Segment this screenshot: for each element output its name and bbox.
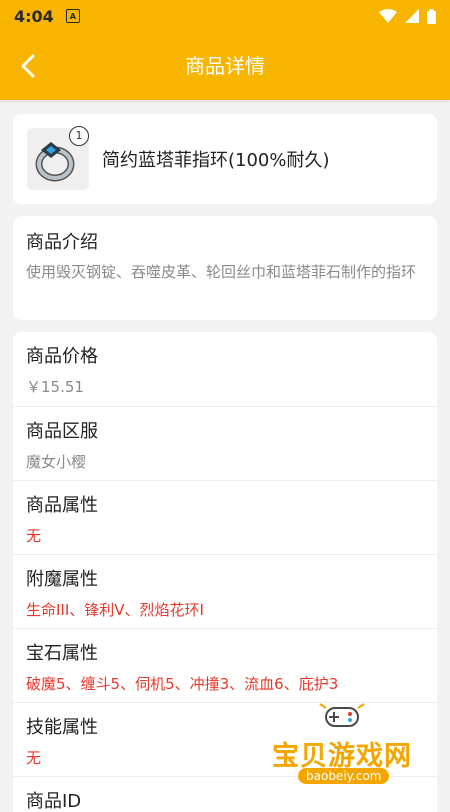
detail-label: 商品属性 — [26, 495, 98, 516]
wifi-icon — [379, 9, 397, 23]
detail-label: 宝石属性 — [26, 643, 98, 664]
sim-icon: A — [65, 9, 80, 23]
intro-card: 商品介绍 使用毁灭钢锭、吞噬皮革、轮回丝巾和蓝塔菲石制作的指环 — [13, 216, 437, 320]
detail-value: 魔女小樱 — [26, 453, 87, 471]
gamepad-icon — [319, 703, 365, 727]
app-bar: 商品详情 — [0, 32, 450, 100]
product-card[interactable]: 1 简约蓝塔菲指环(100%耐久) — [13, 114, 437, 204]
detail-label: 商品价格 — [26, 346, 98, 367]
detail-row-server: 商品区服 魔女小樱 — [13, 407, 437, 481]
detail-row-attributes: 商品属性 无 — [13, 481, 437, 555]
status-bar: 4:04 A — [0, 0, 450, 32]
detail-value: 无 — [26, 749, 42, 767]
detail-row-price: 商品价格 ￥15.51 — [13, 332, 437, 406]
watermark-url: baobeiy.com — [298, 768, 390, 784]
detail-value: 破魔5、缠斗5、伺机5、冲撞3、流血6、庇护3 — [26, 675, 339, 693]
signal-icon — [405, 9, 419, 23]
detail-value: ￥15.51 — [26, 378, 84, 396]
detail-value: 无 — [26, 527, 42, 545]
intro-label: 商品介绍 — [26, 232, 98, 253]
product-name: 简约蓝塔菲指环(100%耐久) — [102, 150, 330, 171]
quantity-badge: 1 — [69, 126, 89, 146]
page-title: 商品详情 — [185, 54, 265, 78]
watermark-logo: 宝贝游戏网 baobeiy.com — [272, 700, 442, 784]
detail-value: 生命III、锋利V、烈焰花环I — [26, 601, 204, 619]
detail-label: 附魔属性 — [26, 569, 98, 590]
detail-row-enchant: 附魔属性 生命III、锋利V、烈焰花环I — [13, 555, 437, 629]
status-time: 4:04 — [14, 6, 54, 26]
detail-label: 商品区服 — [26, 421, 98, 442]
battery-icon — [427, 8, 436, 24]
detail-label: 技能属性 — [26, 717, 98, 738]
detail-row-gems: 宝石属性 破魔5、缠斗5、伺机5、冲撞3、流血6、庇护3 — [13, 629, 437, 703]
intro-description: 使用毁灭钢锭、吞噬皮革、轮回丝巾和蓝塔菲石制作的指环 — [26, 263, 417, 281]
